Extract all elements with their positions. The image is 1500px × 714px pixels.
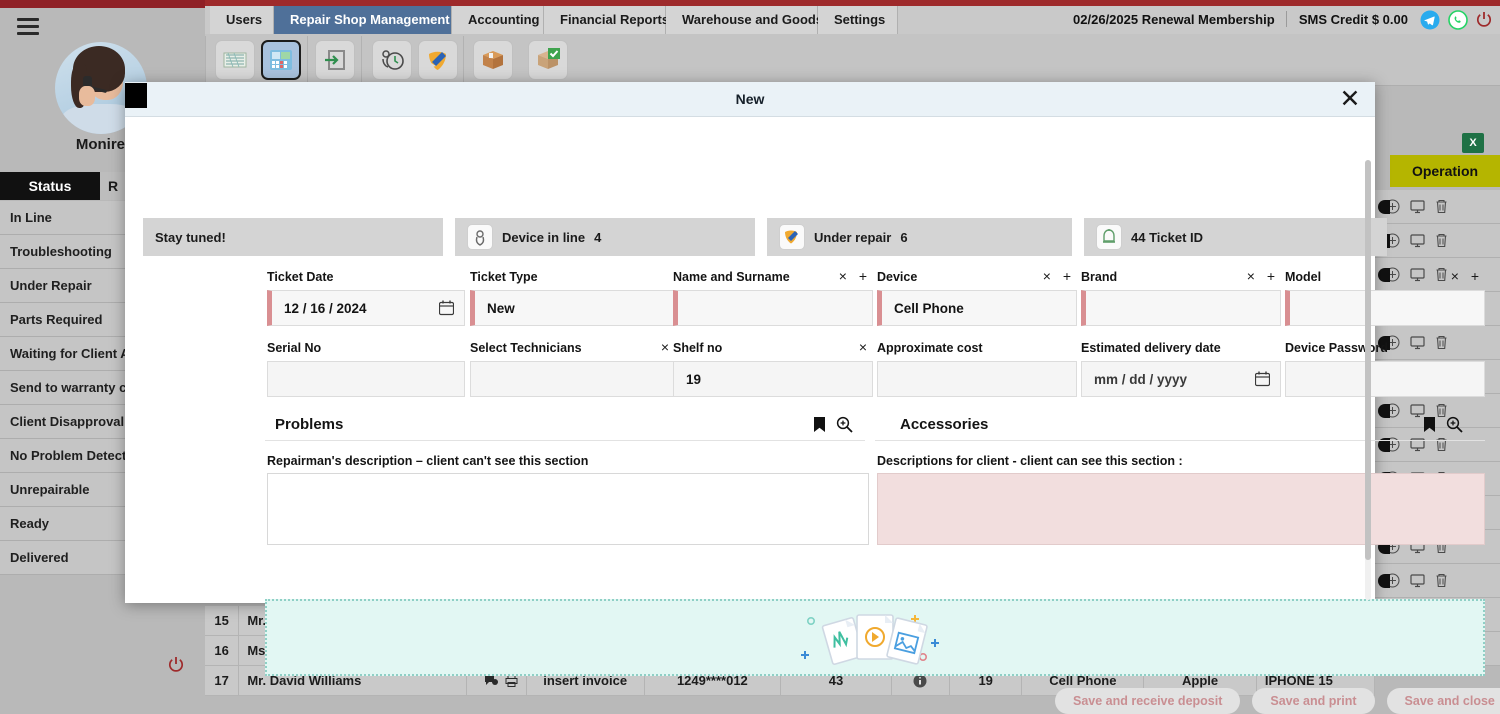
- input-model[interactable]: [1285, 290, 1485, 326]
- field-actions-name-and-surname[interactable]: × +: [839, 268, 871, 284]
- field-model: Model × +: [1285, 268, 1485, 326]
- field-brand: Brand × +: [1081, 268, 1281, 326]
- input-value-shelf-no: 19: [686, 371, 702, 387]
- calendar-icon: [439, 300, 454, 316]
- field-actions-select-technicians[interactable]: ×: [661, 339, 673, 355]
- field-label-ticket-type: Ticket Type: [470, 270, 538, 284]
- modal-title: New: [735, 91, 765, 107]
- field-select-technicians: Select Technicians ×: [470, 339, 675, 397]
- field-approximate-cost: Approximate cost: [877, 341, 1077, 397]
- field-ticket-type: Ticket Type New: [470, 270, 675, 326]
- save-and-close-button[interactable]: Save and close: [1386, 688, 1500, 714]
- repairman-description-textarea[interactable]: [267, 473, 869, 545]
- input-name-and-surname[interactable]: [673, 290, 873, 326]
- modal-overlay: New ✕ Stay tuned! Device in line 4 Under re…: [0, 0, 1500, 714]
- section-divider: [265, 440, 865, 441]
- save-and-print-button[interactable]: Save and print: [1252, 688, 1375, 714]
- client-description-textarea[interactable]: [877, 473, 1485, 545]
- field-actions-device[interactable]: × +: [1043, 268, 1075, 284]
- input-device[interactable]: Cell Phone: [877, 290, 1077, 326]
- field-label-device-password: Device Password: [1285, 341, 1388, 355]
- bookmark-icon[interactable]: [813, 416, 826, 433]
- input-serial-no[interactable]: [267, 361, 465, 397]
- input-value-ticket-date: 12 / 16 / 2024: [284, 300, 367, 316]
- field-serial-no: Serial No: [267, 341, 465, 397]
- field-label-serial-no: Serial No: [267, 341, 322, 355]
- field-actions-brand[interactable]: × +: [1247, 268, 1279, 284]
- field-device: Device × + Cell Phone: [877, 268, 1077, 326]
- field-name-and-surname: Name and Surname × +: [673, 268, 873, 326]
- field-shelf-no: Shelf no × 19: [673, 339, 873, 397]
- status-chip-2[interactable]: Device in line 4: [455, 218, 755, 256]
- under-repair-icon: [779, 224, 805, 250]
- bookmark-icon[interactable]: [1423, 416, 1436, 433]
- field-device-password: Device Password: [1285, 341, 1485, 397]
- modal-scrollbar-thumb[interactable]: [1365, 160, 1371, 560]
- search-zoom-icon[interactable]: [836, 416, 853, 433]
- status-chip-count: 6: [900, 229, 908, 245]
- file-dropzone[interactable]: [265, 599, 1485, 676]
- status-chips: Stay tuned! Device in line 4 Under repair 6 4…: [143, 218, 1387, 256]
- input-shelf-no[interactable]: 19: [673, 361, 873, 397]
- input-select-technicians[interactable]: [470, 361, 675, 397]
- input-value-estimated-delivery-date: mm / dd / yyyy: [1094, 371, 1188, 387]
- input-brand[interactable]: [1081, 290, 1281, 326]
- section-title-accessories: Accessories: [900, 416, 989, 433]
- calendar-icon: [1255, 371, 1270, 387]
- field-estimated-delivery-date: Estimated delivery date mm / dd / yyyy: [1081, 341, 1281, 397]
- accessories-section-icons: [1423, 416, 1463, 433]
- input-approximate-cost[interactable]: [877, 361, 1077, 397]
- status-chip-label: Under repair: [814, 229, 892, 245]
- status-chip-label: Stay tuned!: [155, 229, 226, 245]
- field-label-shelf-no: Shelf no: [673, 341, 723, 355]
- repairman-description-label: Repairman's description – client can't s…: [267, 454, 589, 468]
- input-device-password[interactable]: [1285, 361, 1485, 397]
- field-label-approximate-cost: Approximate cost: [877, 341, 983, 355]
- field-actions-model[interactable]: × +: [1451, 268, 1483, 284]
- status-chip-3[interactable]: Under repair 6: [767, 218, 1072, 256]
- input-value-device: Cell Phone: [894, 300, 964, 316]
- close-icon[interactable]: ✕: [1335, 84, 1365, 114]
- status-chip-label: 44 Ticket ID: [1131, 229, 1204, 245]
- section-title-problems: Problems: [275, 416, 344, 433]
- field-label-ticket-date: Ticket Date: [267, 270, 334, 284]
- input-value-ticket-type: New: [487, 300, 515, 316]
- ticket-id-icon: [1096, 224, 1122, 250]
- input-ticket-date[interactable]: 12 / 16 / 2024: [267, 290, 465, 326]
- field-ticket-date: Ticket Date 12 / 16 / 2024: [267, 270, 465, 326]
- modal-footer-buttons: Save and receive deposit Save and print Sa…: [1055, 688, 1500, 714]
- status-chip-1[interactable]: Stay tuned!: [143, 218, 443, 256]
- status-chip-label: Device in line: [502, 229, 586, 245]
- problems-section-icons: [813, 416, 853, 433]
- input-ticket-type[interactable]: New: [470, 290, 675, 326]
- save-and-receive-deposit-button[interactable]: Save and receive deposit: [1055, 688, 1241, 714]
- field-label-select-technicians: Select Technicians: [470, 341, 582, 355]
- search-zoom-icon[interactable]: [1446, 416, 1463, 433]
- section-divider: [875, 440, 1485, 441]
- field-label-estimated-delivery-date: Estimated delivery date: [1081, 341, 1221, 355]
- device-in-line-icon: [467, 224, 493, 250]
- client-description-label: Descriptions for client - client can see…: [877, 454, 1183, 468]
- new-ticket-modal: New ✕ Stay tuned! Device in line 4 Under re…: [125, 82, 1500, 714]
- modal-body: Stay tuned! Device in line 4 Under repair 6 4…: [125, 118, 1500, 714]
- status-chip-count: 4: [594, 229, 602, 245]
- field-actions-shelf-no[interactable]: ×: [859, 339, 871, 355]
- status-chip-4[interactable]: 44 Ticket ID: [1084, 218, 1387, 256]
- modal-scrollbar[interactable]: [1365, 160, 1371, 600]
- input-estimated-delivery-date[interactable]: mm / dd / yyyy: [1081, 361, 1281, 397]
- media-files-icon: [795, 607, 955, 669]
